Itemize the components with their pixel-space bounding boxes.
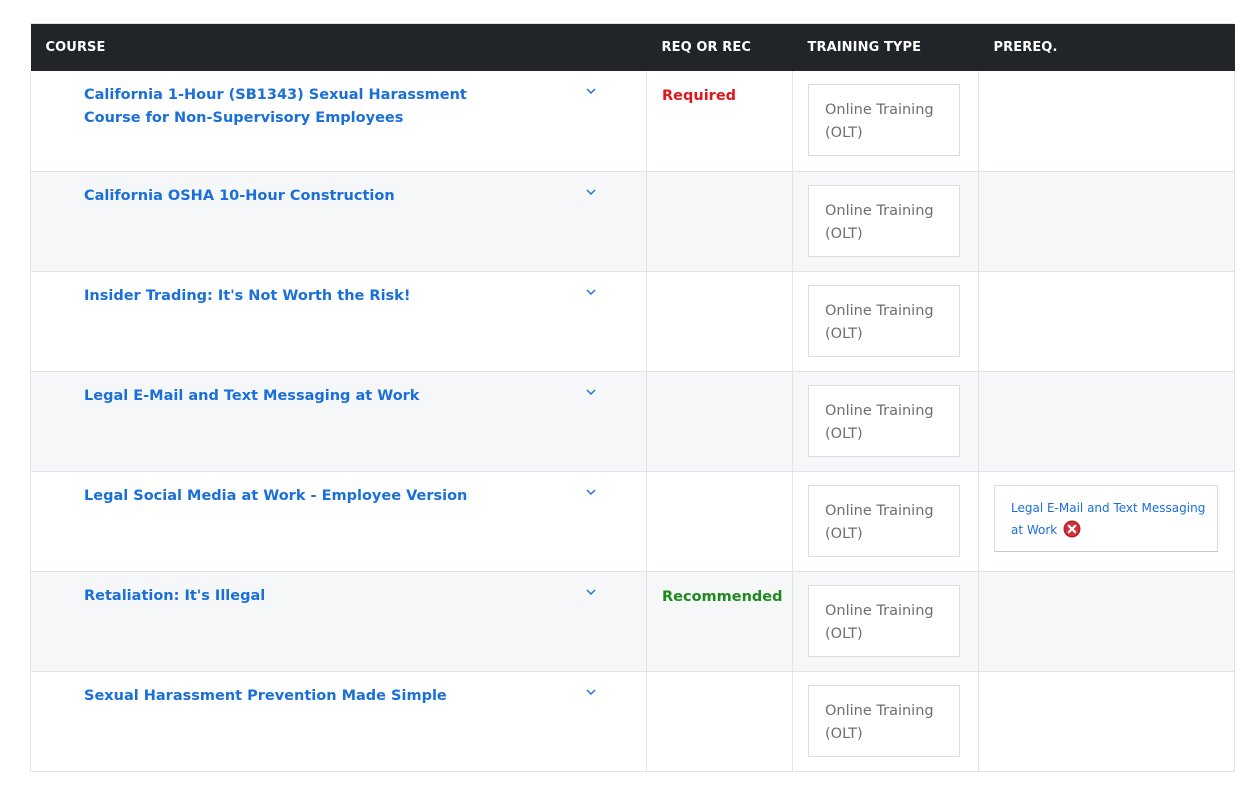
prereq-cell (978, 571, 1235, 672)
course-cell: Sexual Harassment Prevention Made Simple (30, 671, 647, 772)
course-link[interactable]: California OSHA 10-Hour Construction (84, 185, 524, 208)
course-link[interactable]: Legal Social Media at Work - Employee Ve… (84, 485, 524, 508)
table-row: Legal Social Media at Work - Employee Ve… (30, 471, 1235, 572)
training-type-box: Online Training (OLT) (808, 584, 960, 657)
training-type-box: Online Training (OLT) (808, 84, 960, 156)
chevron-down-icon[interactable] (584, 685, 598, 699)
training-type-box: Online Training (OLT) (808, 284, 960, 357)
type-cell: Online Training (OLT) (792, 271, 979, 372)
course-table: COURSE REQ OR REC TRAINING TYPE PREREQ. … (30, 24, 1235, 772)
header-prereq: PREREQ. (978, 24, 1235, 71)
course-link[interactable]: Sexual Harassment Prevention Made Simple (84, 685, 524, 708)
header-training-type: TRAINING TYPE (792, 24, 979, 71)
table-row: Retaliation: It's Illegal Recommended On… (30, 571, 1235, 672)
course-cell: California OSHA 10-Hour Construction (30, 171, 647, 272)
required-label: Required (662, 88, 737, 104)
type-cell: Online Training (OLT) (792, 471, 979, 572)
req-cell (646, 671, 793, 772)
type-cell: Online Training (OLT) (792, 671, 979, 772)
recommended-label: Recommended (662, 588, 783, 605)
type-cell: Online Training (OLT) (792, 71, 979, 172)
training-type-box: Online Training (OLT) (808, 484, 960, 557)
course-cell: Retaliation: It's Illegal (30, 571, 647, 672)
req-cell (646, 271, 793, 372)
course-link[interactable]: Insider Trading: It's Not Worth the Risk… (84, 285, 524, 308)
prereq-cell (978, 371, 1235, 472)
chevron-down-icon[interactable] (584, 385, 598, 399)
course-table-container: COURSE REQ OR REC TRAINING TYPE PREREQ. … (30, 23, 1235, 772)
table-header-row: COURSE REQ OR REC TRAINING TYPE PREREQ. (30, 24, 1235, 71)
course-cell: California 1-Hour (SB1343) Sexual Harass… (30, 71, 647, 172)
header-course: COURSE (30, 24, 647, 71)
prereq-cell (978, 271, 1235, 372)
table-row: California 1-Hour (SB1343) Sexual Harass… (30, 71, 1235, 172)
course-cell: Insider Trading: It's Not Worth the Risk… (30, 271, 647, 372)
header-req-or-rec: REQ OR REC (646, 24, 793, 71)
table-row: California OSHA 10-Hour Construction Onl… (30, 171, 1235, 272)
chevron-down-icon[interactable] (584, 185, 598, 199)
chevron-down-icon[interactable] (584, 84, 598, 98)
training-type-box: Online Training (OLT) (808, 384, 960, 457)
table-row: Sexual Harassment Prevention Made Simple… (30, 671, 1235, 772)
prereq-cell (978, 671, 1235, 772)
course-link[interactable]: Legal E-Mail and Text Messaging at Work (84, 385, 524, 408)
chevron-down-icon[interactable] (584, 485, 598, 499)
type-cell: Online Training (OLT) (792, 571, 979, 672)
course-link[interactable]: Retaliation: It's Illegal (84, 585, 524, 608)
req-cell: Recommended (646, 571, 793, 672)
type-cell: Online Training (OLT) (792, 371, 979, 472)
course-cell: Legal Social Media at Work - Employee Ve… (30, 471, 647, 572)
table-row: Legal E-Mail and Text Messaging at Work … (30, 371, 1235, 472)
course-link[interactable]: California 1-Hour (SB1343) Sexual Harass… (84, 84, 524, 130)
prereq-link[interactable]: Legal E-Mail and Text Messaging at Work (1011, 501, 1205, 537)
table-row: Insider Trading: It's Not Worth the Risk… (30, 271, 1235, 372)
req-cell (646, 371, 793, 472)
course-cell: Legal E-Mail and Text Messaging at Work (30, 371, 647, 472)
chevron-down-icon[interactable] (584, 285, 598, 299)
prereq-cell (978, 171, 1235, 272)
training-type-box: Online Training (OLT) (808, 184, 960, 257)
remove-prereq-icon[interactable] (1063, 520, 1081, 538)
chevron-down-icon[interactable] (584, 585, 598, 599)
prereq-cell (978, 71, 1235, 172)
training-type-box: Online Training (OLT) (808, 684, 960, 757)
type-cell: Online Training (OLT) (792, 171, 979, 272)
req-cell: Required (646, 71, 793, 172)
req-cell (646, 171, 793, 272)
prereq-cell: Legal E-Mail and Text Messaging at Work (978, 471, 1235, 572)
req-cell (646, 471, 793, 572)
prereq-box: Legal E-Mail and Text Messaging at Work (994, 484, 1218, 552)
